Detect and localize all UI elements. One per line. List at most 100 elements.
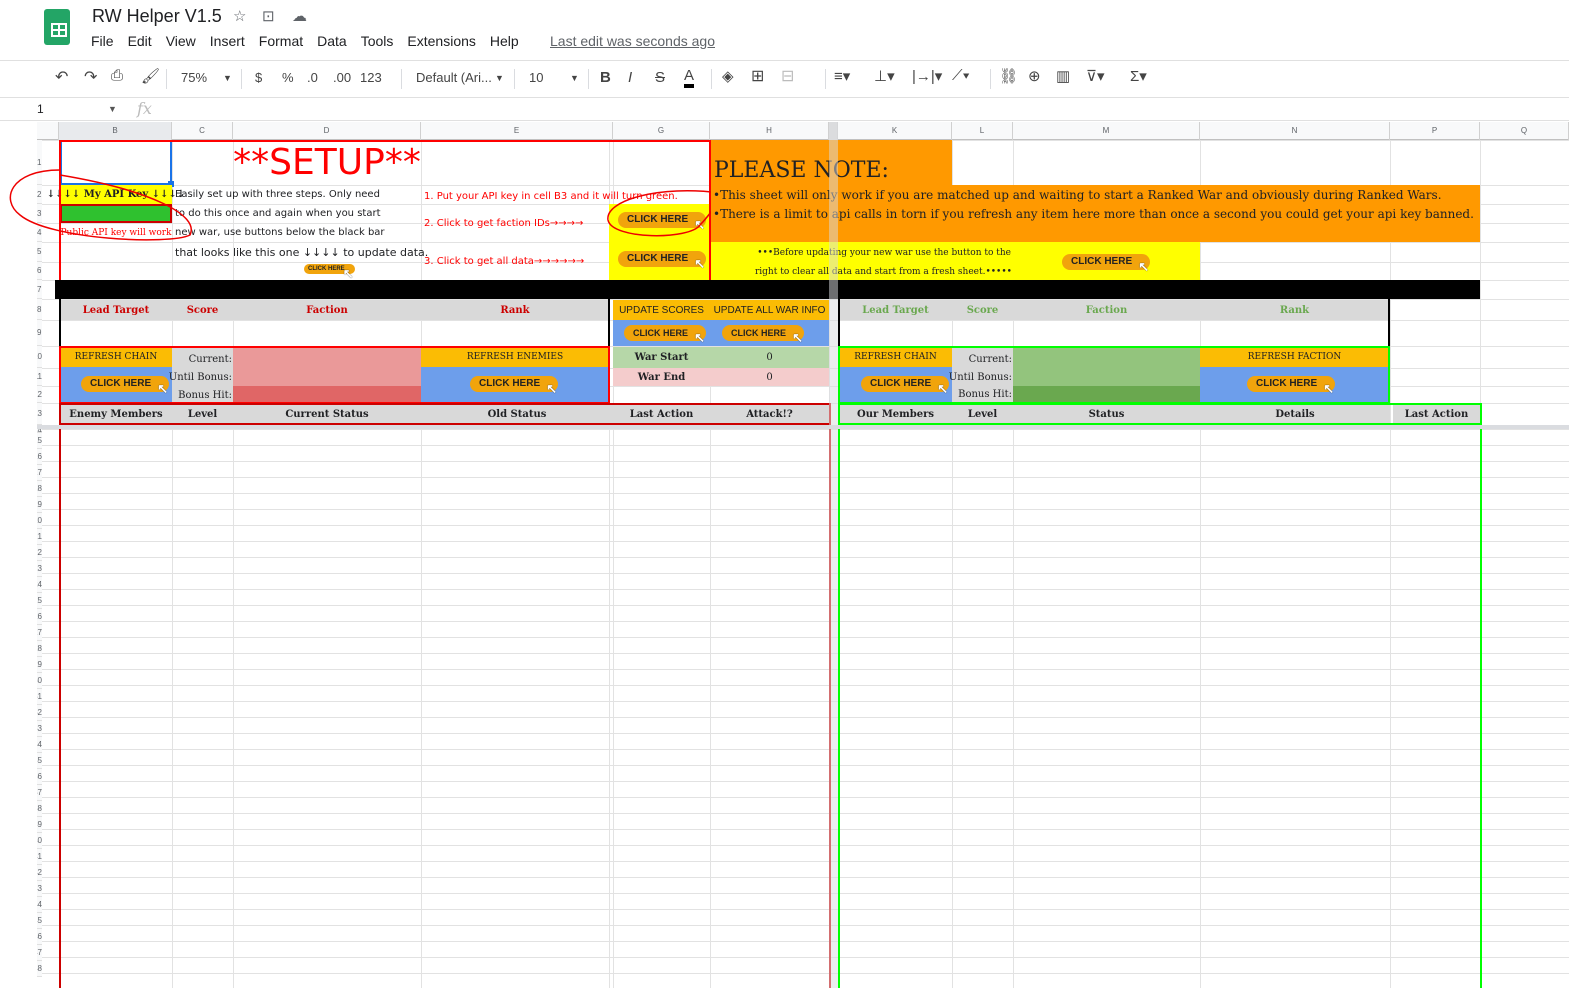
formula-input[interactable] (170, 102, 1550, 118)
column-header-e[interactable]: E (421, 122, 613, 140)
row-header[interactable]: 33 (37, 721, 42, 737)
chart-icon[interactable]: ▥ (1056, 67, 1070, 85)
horizontal-align-icon[interactable]: ≡▾ (834, 67, 850, 85)
row-header[interactable]: 6 (37, 262, 42, 280)
row-header[interactable]: 24 (37, 577, 42, 593)
row-header[interactable]: 12 (37, 386, 42, 403)
undo-icon[interactable]: ↶ (55, 67, 68, 87)
column-header-d[interactable]: D (233, 122, 421, 140)
row-header[interactable]: 19 (37, 497, 42, 513)
column-header-c[interactable]: C (172, 122, 233, 140)
decrease-decimal-button[interactable]: .0 (307, 70, 318, 85)
row-header[interactable]: 42 (37, 865, 42, 881)
more-formats-button[interactable]: 123 (360, 70, 382, 85)
row-header[interactable]: 32 (37, 705, 42, 721)
borders-icon[interactable]: ⊞ (751, 66, 764, 86)
menu-insert[interactable]: Insert (210, 33, 245, 49)
menu-help[interactable]: Help (490, 33, 519, 49)
text-color-button[interactable]: A (684, 67, 695, 88)
menu-view[interactable]: View (166, 33, 196, 49)
row-header[interactable]: 15 (37, 433, 42, 449)
update-scores-button[interactable]: CLICK HERE (624, 325, 707, 346)
menu-extensions[interactable]: Extensions (407, 33, 475, 49)
chevron-down-icon[interactable]: ▼ (223, 73, 232, 83)
war-end-value[interactable]: 0 (710, 368, 829, 386)
column-header-q[interactable]: Q (1480, 122, 1569, 140)
row-header[interactable]: 31 (37, 689, 42, 705)
row-header[interactable]: 47 (37, 945, 42, 961)
row-header[interactable]: 8 (37, 299, 42, 320)
row-header[interactable]: 37 (37, 785, 42, 801)
menu-file[interactable]: File (91, 33, 114, 49)
column-header-l[interactable]: L (952, 122, 1013, 140)
filter-icon[interactable]: ⊽▾ (1086, 67, 1105, 85)
fill-color-icon[interactable]: ◈ (722, 67, 734, 85)
row-header[interactable]: 7 (37, 280, 42, 299)
row-header[interactable]: 10 (37, 346, 42, 368)
text-wrap-icon[interactable]: |→|▾ (912, 67, 942, 85)
column-header-n[interactable]: N (1200, 122, 1390, 140)
merge-cells-icon[interactable]: ⊟ (781, 66, 794, 86)
comment-icon[interactable]: ⊕ (1028, 67, 1041, 85)
column-header-b[interactable]: B (59, 122, 172, 140)
currency-button[interactable]: $ (255, 70, 262, 85)
row-header[interactable]: 18 (37, 481, 42, 497)
row-header[interactable]: 48 (37, 961, 42, 977)
row-header[interactable]: 25 (37, 593, 42, 609)
row-header[interactable]: 27 (37, 625, 42, 641)
column-header-k[interactable]: K (838, 122, 952, 140)
row-header[interactable]: 44 (37, 897, 42, 913)
chevron-down-icon[interactable]: ▼ (495, 73, 504, 83)
menu-tools[interactable]: Tools (361, 33, 394, 49)
column-header-h[interactable]: H (710, 122, 829, 140)
zoom-select[interactable]: 75% (181, 70, 207, 85)
sheets-logo[interactable] (44, 9, 70, 45)
document-title[interactable]: RW Helper V1.5 (92, 6, 222, 27)
row-header[interactable]: 34 (37, 737, 42, 753)
functions-icon[interactable]: Σ▾ (1130, 67, 1147, 85)
frozen-columns-divider[interactable] (829, 122, 838, 988)
row-header[interactable]: 45 (37, 913, 42, 929)
frozen-rows-divider[interactable] (37, 425, 1569, 429)
row-header[interactable]: 23 (37, 561, 42, 577)
row-header[interactable]: 21 (37, 529, 42, 545)
row-header[interactable]: 20 (37, 513, 42, 529)
last-edit-link[interactable]: Last edit was seconds ago (550, 33, 715, 49)
column-header-p[interactable]: P (1390, 122, 1480, 140)
row-header[interactable]: 29 (37, 657, 42, 673)
font-select[interactable]: Default (Ari... (416, 70, 492, 85)
row-header[interactable]: 35 (37, 753, 42, 769)
menu-edit[interactable]: Edit (128, 33, 152, 49)
row-header[interactable]: 17 (37, 465, 42, 481)
link-icon[interactable]: ⛓ (999, 67, 1018, 85)
name-box[interactable]: 1 (37, 102, 44, 116)
row-header[interactable]: 41 (37, 849, 42, 865)
row-header[interactable]: 30 (37, 673, 42, 689)
row-header[interactable]: 16 (37, 449, 42, 465)
war-start-value[interactable]: 0 (710, 347, 829, 368)
paint-format-icon[interactable]: 🖌 (141, 67, 160, 85)
row-header[interactable]: 13 (37, 403, 42, 425)
reset-sheet-button[interactable]: CLICK HERE (1062, 254, 1151, 275)
strikethrough-button[interactable]: S (655, 69, 665, 86)
row-header[interactable]: 39 (37, 817, 42, 833)
move-folder-icon[interactable]: ⊡ (262, 7, 275, 25)
row-header[interactable]: 46 (37, 929, 42, 945)
vertical-align-icon[interactable]: ⊥▾ (874, 67, 895, 85)
row-header[interactable]: 40 (37, 833, 42, 849)
column-header-m[interactable]: M (1013, 122, 1200, 140)
print-icon[interactable]: ⎙ (111, 67, 123, 84)
redo-icon[interactable]: ↷ (84, 67, 97, 87)
row-header[interactable]: 28 (37, 641, 42, 657)
italic-button[interactable]: I (628, 69, 632, 86)
row-header[interactable]: 11 (37, 368, 42, 386)
menu-format[interactable]: Format (259, 33, 303, 49)
percent-button[interactable]: % (282, 70, 294, 85)
update-all-war-button[interactable]: CLICK HERE (722, 325, 805, 346)
row-header[interactable]: 22 (37, 545, 42, 561)
text-rotation-icon[interactable]: ⟋▾ (952, 67, 970, 84)
row-header[interactable]: 38 (37, 801, 42, 817)
row-header[interactable]: 9 (37, 320, 42, 346)
column-header-g[interactable]: G (613, 122, 710, 140)
font-size-select[interactable]: 10 (529, 70, 543, 85)
